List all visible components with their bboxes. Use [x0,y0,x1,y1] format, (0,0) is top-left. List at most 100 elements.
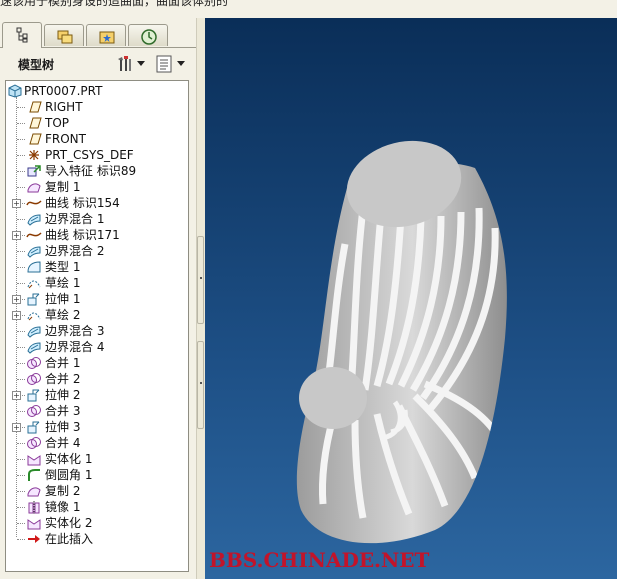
tree-row[interactable]: + 拉伸 3 [6,419,188,435]
tree-row-label: 合并 4 [45,436,81,450]
merge-icon [27,437,41,449]
tree-row-label: TOP [45,116,70,130]
extrude-icon [27,293,40,306]
solidify-icon [27,455,41,466]
tree-connector [17,123,25,124]
sash-grip-dot [200,382,202,384]
chevron-down-icon [137,61,145,66]
tree-expand-toggle[interactable]: + [12,231,21,240]
tree-row[interactable]: 合并 3 [6,403,188,419]
tree-connector [17,475,25,476]
boundary-blend-icon [27,246,41,258]
folder-browser-tab[interactable] [44,24,84,46]
type-feature-icon [27,261,41,273]
tree-row[interactable]: TOP [6,115,188,131]
tree-row-label: 边界混合 1 [45,212,105,226]
tree-row-label: 拉伸 2 [45,388,81,402]
tree-settings-button[interactable] [115,54,147,74]
graphics-viewport[interactable]: BBS.CHINADE.NET [205,18,617,579]
panel-splitter[interactable] [196,18,205,579]
tree-expand-toggle[interactable]: + [12,311,21,320]
chevron-down-icon [177,61,185,66]
tree-show-button[interactable] [155,54,187,74]
datum-plane-icon [29,117,42,129]
tree-row[interactable]: 合并 4 [6,435,188,451]
tree-row-label: 边界混合 3 [45,324,105,338]
tree-row-label: 复制 1 [45,180,81,194]
tree-row[interactable]: 合并 1 [6,355,188,371]
tree-row-label: 草绘 1 [45,276,81,290]
tree-connector [17,347,25,348]
tree-row[interactable]: + 拉伸 1 [6,291,188,307]
tree-connector [17,107,25,108]
model-tree[interactable]: PRT0007.PRT RIGHT TOP FRONT PRT_CSYS_DEF 导入特… [5,80,189,572]
tree-row[interactable]: 复制 1 [6,179,188,195]
favorites-tab[interactable] [86,24,126,46]
tree-expand-toggle[interactable]: + [12,199,21,208]
tree-row[interactable]: 草绘 1 [6,275,188,291]
tree-row[interactable]: 类型 1 [6,259,188,275]
top-hint-text: 速该用于模别身设的造曲面，曲面该体别的 [0,0,229,8]
tree-row[interactable]: 实体化 1 [6,451,188,467]
tree-connector [17,491,25,492]
copy-surface-icon [27,487,41,497]
tree-row-label: PRT_CSYS_DEF [45,148,134,162]
tree-expand-toggle[interactable]: + [12,295,21,304]
tree-connector [17,331,25,332]
tree-row[interactable]: 边界混合 1 [6,211,188,227]
tree-expand-toggle[interactable]: + [12,391,21,400]
extrude-icon [27,389,40,402]
tree-row-label: 复制 2 [45,484,81,498]
tree-connector [17,507,25,508]
tree-expand-toggle[interactable]: + [12,423,21,432]
tree-row[interactable]: + 曲线 标识154 [6,195,188,211]
tree-connector [17,283,25,284]
tree-row[interactable]: 导入特征 标识89 [6,163,188,179]
tree-row[interactable]: RIGHT [6,99,188,115]
curve-icon [26,200,42,206]
tree-row[interactable]: PRT_CSYS_DEF [6,147,188,163]
tree-row[interactable]: 合并 2 [6,371,188,387]
tree-row[interactable]: 倒圆角 1 [6,467,188,483]
sketch-icon [27,280,41,289]
folders-icon [57,30,73,44]
tree-row-label: 合并 2 [45,372,81,386]
tree-row[interactable]: 实体化 2 [6,515,188,531]
tree-row[interactable]: 镜像 1 [6,499,188,515]
tree-connector [17,379,25,380]
tree-row[interactable]: 边界混合 2 [6,243,188,259]
tree-connector [17,411,25,412]
tree-connector [17,139,25,140]
tree-connector [17,219,25,220]
tree-connector [17,459,25,460]
side-cap [299,367,367,429]
model-render [296,140,507,544]
tree-row[interactable]: + 草绘 2 [6,307,188,323]
tree-row[interactable]: 复制 2 [6,483,188,499]
tree-row-label: 镜像 1 [45,500,81,514]
datum-plane-icon [29,133,42,145]
splitter-sash-upper[interactable] [197,236,204,324]
tree-row[interactable]: + 拉伸 2 [6,387,188,403]
navigator-tabs [0,22,204,48]
model-tree-tab[interactable] [2,22,42,48]
list-icon [156,55,172,73]
mirror-icon [28,501,40,514]
tree-row-label: 曲线 标识154 [45,196,120,210]
tree-row-label: 导入特征 标识89 [45,164,137,178]
sash-grip-dot [200,277,202,279]
boundary-blend-icon [27,214,41,226]
tree-row[interactable]: 在此插入 [6,531,188,547]
tree-row[interactable]: FRONT [6,131,188,147]
history-tab[interactable] [128,24,168,46]
part-icon [8,84,22,98]
splitter-sash-lower[interactable] [197,341,204,429]
tree-row-label: 实体化 1 [45,452,93,466]
tree-row[interactable]: 边界混合 3 [6,323,188,339]
tree-row-label: 倒圆角 1 [45,468,93,482]
merge-icon [27,373,41,385]
tree-row[interactable]: 边界混合 4 [6,339,188,355]
tree-connector [17,187,25,188]
tree-connector [17,267,25,268]
tree-row[interactable]: + 曲线 标识171 [6,227,188,243]
